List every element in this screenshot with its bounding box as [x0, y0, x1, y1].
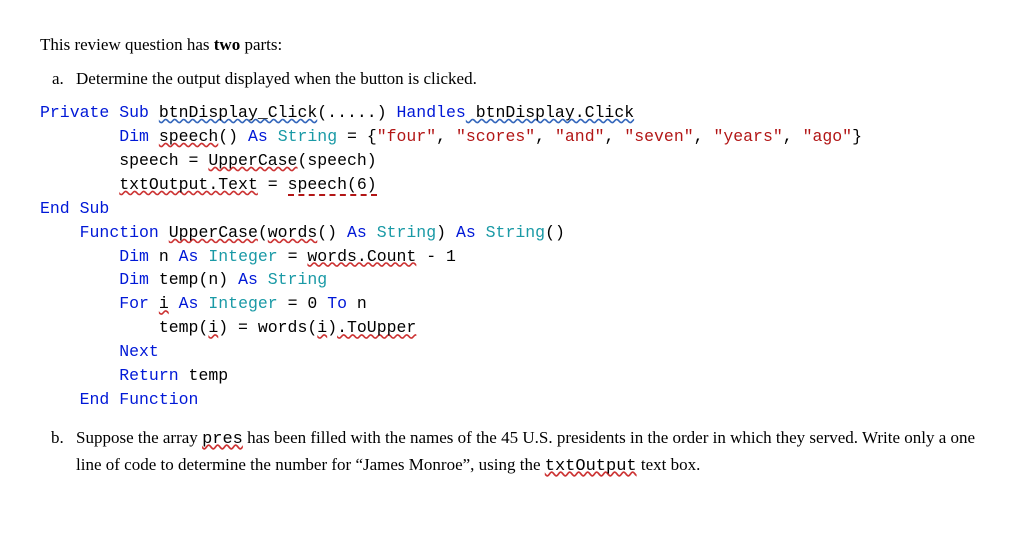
part-a-prompt: Determine the output displayed when the …	[76, 69, 477, 88]
kw-end-function: End Function	[80, 390, 199, 409]
kw-handles: Handles	[397, 103, 466, 122]
kw-dim3: Dim	[119, 270, 149, 289]
part-b-text: Suppose the array pres has been filled w…	[76, 428, 975, 474]
temp-open: temp(	[159, 318, 209, 337]
pb-pres: pres	[202, 430, 243, 449]
par-open2: (	[258, 223, 268, 242]
str-seven: "seven"	[624, 127, 693, 146]
fn-uppercase-def: UpperCase	[169, 223, 258, 242]
txtoutput-text: txtOutput.Text	[119, 175, 258, 194]
str-years: "years"	[713, 127, 782, 146]
sp	[159, 223, 169, 242]
idx-i2: i	[317, 318, 327, 337]
code-block: Private Sub btnDisplay_Click(.....) Hand…	[40, 101, 984, 412]
ty-string4: String	[268, 270, 327, 289]
kw-as3: As	[456, 223, 486, 242]
paren-empty: ()	[218, 127, 238, 146]
kw-next: Next	[119, 342, 159, 361]
mid-assign: ) = words(	[218, 318, 317, 337]
comma2: ,	[535, 127, 555, 146]
kw-private-sub: Private Sub	[40, 103, 149, 122]
var-i: i	[159, 294, 169, 313]
intro-prefix: This review question has	[40, 35, 214, 54]
kw-as: As	[238, 127, 278, 146]
comma1: ,	[436, 127, 456, 146]
fn-btnDisplay: btnDisplay_Click	[159, 103, 317, 122]
comma5: ,	[783, 127, 803, 146]
eq-zero: = 0	[278, 294, 328, 313]
to-upper: .ToUpper	[337, 318, 416, 337]
pb-t1: Suppose the array	[76, 428, 202, 447]
kw-return: Return	[119, 366, 178, 385]
var-n: n	[149, 247, 179, 266]
ty-string: String	[278, 127, 337, 146]
kw-as6: As	[169, 294, 209, 313]
fn-uppercase-call: UpperCase	[208, 151, 297, 170]
kw-as5: As	[238, 270, 268, 289]
eq-brace: = {	[337, 127, 377, 146]
ty-integer: Integer	[208, 247, 277, 266]
parts-list: Determine the output displayed when the …	[68, 69, 984, 89]
paren-empty2: ()	[317, 223, 337, 242]
par-close3: )	[327, 318, 337, 337]
eq2: =	[278, 247, 308, 266]
part-b: Suppose the array pres has been filled w…	[68, 426, 984, 479]
sp2	[149, 294, 159, 313]
part-a: Determine the output displayed when the …	[68, 69, 984, 89]
kw-function: Function	[80, 223, 159, 242]
str-and: "and"	[555, 127, 605, 146]
str-four: "four"	[377, 127, 436, 146]
var-speech: speech	[159, 127, 218, 146]
intro-paragraph: This review question has two parts:	[40, 35, 984, 55]
kw-as2: As	[337, 223, 377, 242]
intro-suffix: parts:	[240, 35, 282, 54]
kw-end-sub: End Sub	[40, 199, 109, 218]
param-dots: .....	[327, 103, 377, 122]
ty-string3: String	[486, 223, 545, 242]
words-count: words.Count	[307, 247, 416, 266]
comma3: ,	[605, 127, 625, 146]
pb-t3: text box.	[637, 455, 701, 474]
kw-to: To	[327, 294, 347, 313]
ret-temp: temp	[179, 366, 229, 385]
l4-eq: =	[258, 175, 288, 194]
arg-words: words	[268, 223, 318, 242]
comma4: ,	[694, 127, 714, 146]
par-close2: )	[436, 223, 456, 242]
kw-dim: Dim	[119, 127, 149, 146]
l3-rhs: (speech)	[297, 151, 376, 170]
intro-bold: two	[214, 35, 240, 54]
brace-close: }	[852, 127, 862, 146]
kw-as4: As	[179, 247, 209, 266]
to-n: n	[347, 294, 367, 313]
str-scores: "scores"	[456, 127, 535, 146]
kw-dim2: Dim	[119, 247, 149, 266]
kw-for: For	[119, 294, 149, 313]
str-ago: "ago"	[803, 127, 853, 146]
par-open: (	[317, 103, 327, 122]
l3-lhs: speech =	[119, 151, 208, 170]
parts-list-b: Suppose the array pres has been filled w…	[68, 426, 984, 479]
temp-n: temp(n)	[149, 270, 238, 289]
par-close: )	[377, 103, 397, 122]
ty-integer2: Integer	[208, 294, 277, 313]
paren-empty3: ()	[545, 223, 565, 242]
ty-string2: String	[377, 223, 436, 242]
pb-txtout: txtOutput	[545, 457, 637, 476]
minus-one: - 1	[416, 247, 456, 266]
idx-i1: i	[208, 318, 218, 337]
speech-6: speech(6)	[288, 175, 377, 196]
event-name: btnDisplay.Click	[466, 103, 634, 122]
